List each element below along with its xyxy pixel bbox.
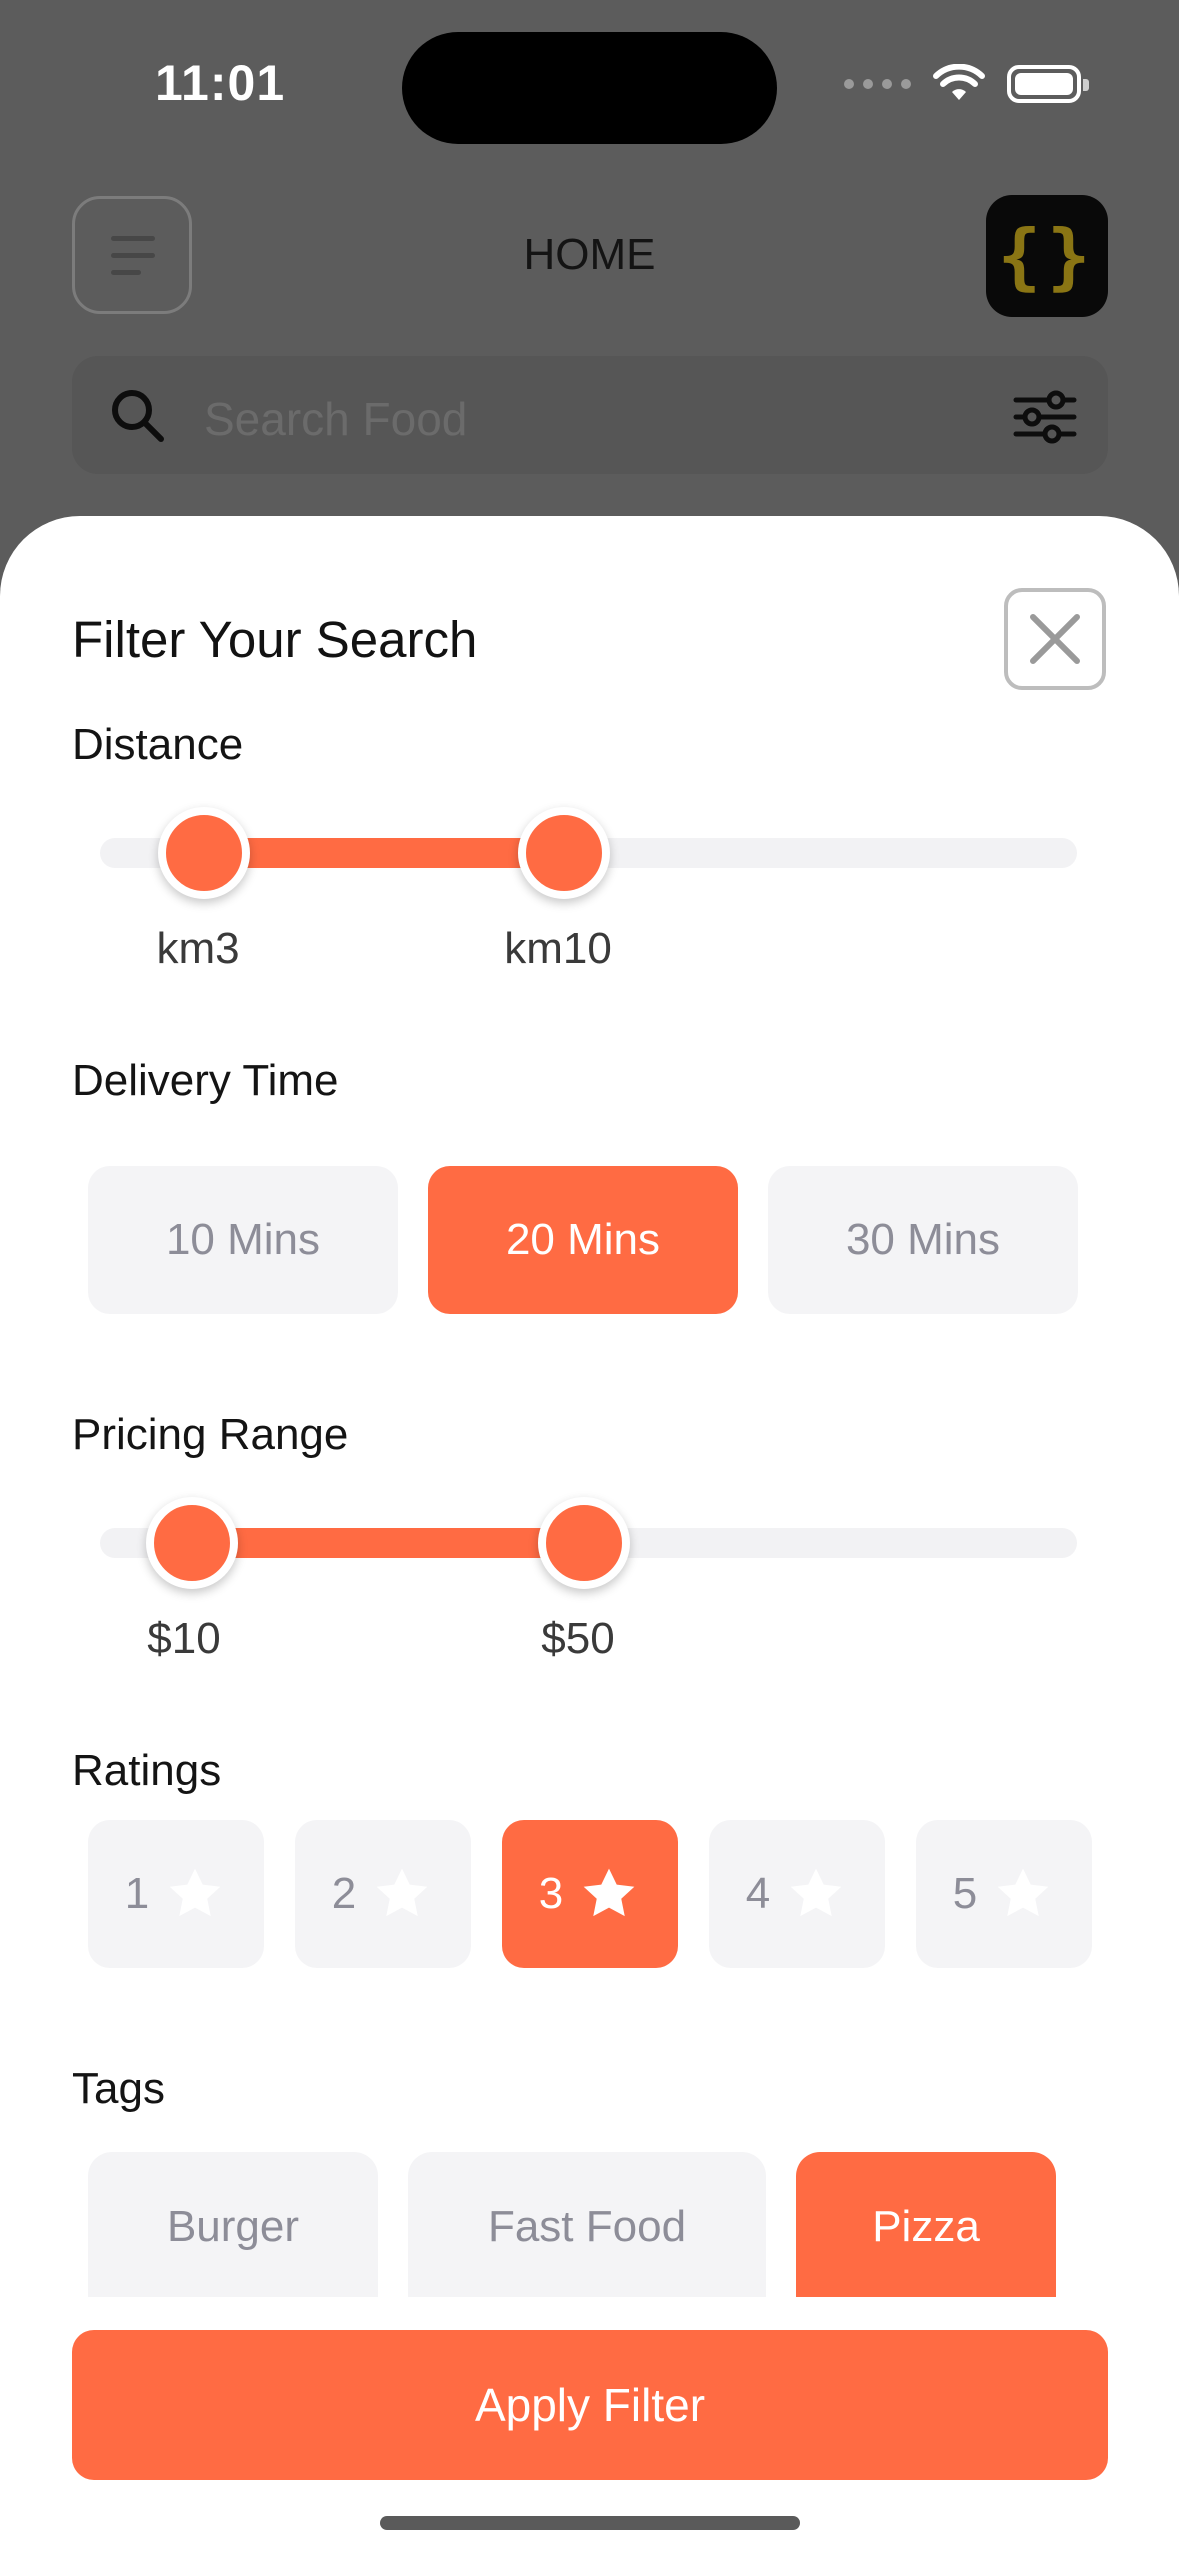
- close-icon: [1030, 614, 1080, 664]
- sheet-title: Filter Your Search: [72, 611, 478, 668]
- search-input[interactable]: Search Food: [204, 392, 467, 446]
- rating-value: 1: [124, 1869, 150, 1918]
- delivery-option-20[interactable]: 20 Mins: [428, 1166, 738, 1314]
- filter-sliders-icon[interactable]: [1012, 384, 1078, 450]
- tags-scroll-area: Burger Fast Food Pizza: [0, 2152, 1179, 2297]
- tag-fast-food[interactable]: Fast Food: [408, 2152, 766, 2297]
- close-button[interactable]: [1004, 588, 1106, 690]
- pricing-min-value: $10: [147, 1614, 221, 1663]
- apply-filter-button[interactable]: Apply Filter: [72, 2330, 1108, 2480]
- cellular-signal-icon: [844, 79, 911, 89]
- tag-pizza[interactable]: Pizza: [796, 2152, 1056, 2297]
- rating-option-2[interactable]: 2: [295, 1820, 471, 1968]
- status-icons: [844, 64, 1089, 104]
- pricing-slider[interactable]: [100, 1497, 1077, 1589]
- pricing-max-handle[interactable]: [538, 1497, 630, 1589]
- star-icon: [169, 1868, 221, 1917]
- distance-max-value: km10: [504, 924, 612, 973]
- search-bar[interactable]: Search Food: [72, 356, 1108, 474]
- delivery-option-30[interactable]: 30 Mins: [768, 1166, 1078, 1314]
- rating-option-5[interactable]: 5: [916, 1820, 1092, 1968]
- star-icon: [997, 1868, 1049, 1917]
- star-icon: [583, 1868, 635, 1917]
- delivery-time-label: Delivery Time: [72, 1056, 339, 1105]
- rating-option-3[interactable]: 3: [502, 1820, 678, 1968]
- distance-label: Distance: [72, 720, 244, 769]
- search-icon: [112, 390, 164, 442]
- ratings-label: Ratings: [72, 1746, 222, 1795]
- distance-slider-fill: [204, 838, 564, 868]
- home-indicator: [380, 2516, 800, 2530]
- distance-min-value: km3: [156, 924, 240, 973]
- distance-min-handle[interactable]: [158, 807, 250, 899]
- rating-option-1[interactable]: 1: [88, 1820, 264, 1968]
- star-icon: [376, 1868, 428, 1917]
- app-logo[interactable]: {}: [986, 195, 1108, 317]
- tags-label: Tags: [72, 2064, 165, 2113]
- pricing-slider-fill: [192, 1528, 584, 1558]
- pricing-min-handle[interactable]: [146, 1497, 238, 1589]
- dynamic-island: [402, 32, 777, 144]
- rating-value: 3: [538, 1869, 564, 1918]
- battery-icon: [1007, 65, 1089, 103]
- pricing-range-label: Pricing Range: [72, 1410, 349, 1459]
- delivery-option-10[interactable]: 10 Mins: [88, 1166, 398, 1314]
- distance-max-handle[interactable]: [518, 807, 610, 899]
- star-icon: [790, 1868, 842, 1917]
- tag-burger[interactable]: Burger: [88, 2152, 378, 2297]
- rating-option-4[interactable]: 4: [709, 1820, 885, 1968]
- rating-value: 5: [952, 1869, 978, 1918]
- distance-slider[interactable]: [100, 807, 1077, 899]
- wifi-icon: [933, 64, 985, 100]
- rating-value: 4: [745, 1869, 771, 1918]
- pricing-max-value: $50: [541, 1614, 615, 1663]
- status-time: 11:01: [155, 55, 286, 111]
- rating-value: 2: [331, 1869, 357, 1918]
